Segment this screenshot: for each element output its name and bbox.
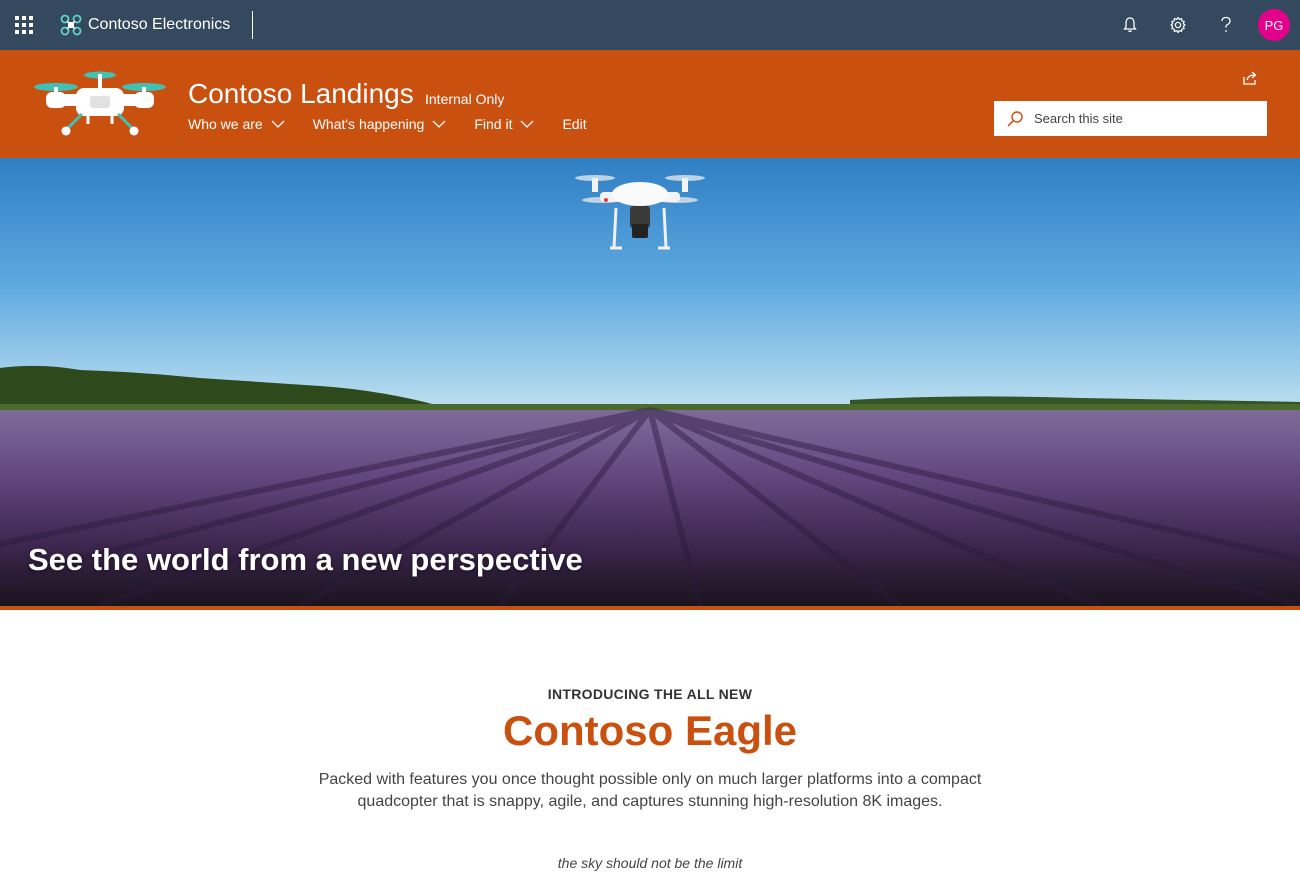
site-header: Contoso Landings Internal Only Who we ar… [0, 50, 1300, 158]
site-title[interactable]: Contoso Landings [188, 78, 414, 110]
nav-item-find-it[interactable]: Find it [474, 116, 534, 132]
brand-link[interactable]: Contoso Electronics [48, 11, 254, 39]
site-navigation: Who we are What's happening Find it Edit [188, 116, 615, 132]
settings-button[interactable] [1154, 0, 1202, 50]
site-classification-badge: Internal Only [425, 91, 505, 107]
chevron-down-icon [271, 120, 285, 128]
drone-logo-icon [60, 14, 82, 36]
help-button[interactable] [1202, 0, 1250, 50]
search-input[interactable] [1034, 111, 1254, 126]
nav-item-label: What's happening [312, 116, 425, 132]
nav-item-label: Find it [474, 116, 513, 132]
nav-item-label: Edit [562, 116, 587, 132]
share-icon [1243, 71, 1257, 85]
help-icon [1221, 16, 1231, 32]
hero-image [0, 158, 1300, 606]
bell-icon [1123, 17, 1137, 33]
app-launcher-button[interactable] [0, 0, 48, 50]
intro-eyebrow: INTRODUCING THE ALL NEW [547, 686, 753, 702]
intro-tagline: the sky should not be the limit [557, 855, 743, 871]
suite-bar: Contoso Electronics PG [0, 0, 1300, 50]
hero-divider [0, 606, 1300, 610]
site-logo-drone-icon [34, 71, 166, 136]
nav-item-edit[interactable]: Edit [562, 116, 586, 132]
intro-title: Contoso Eagle [502, 707, 798, 754]
hero-banner[interactable]: See the world from a new perspective [0, 158, 1300, 606]
hero-caption[interactable]: See the world from a new perspective [28, 542, 583, 578]
app-launcher-icon [15, 16, 33, 34]
site-search-box[interactable] [994, 101, 1267, 136]
chevron-down-icon [521, 120, 534, 128]
intro-body: Packed with features you once thought po… [318, 771, 982, 810]
search-icon [1007, 110, 1023, 127]
chevron-down-icon [432, 120, 446, 128]
nav-item-who-we-are[interactable]: Who we are [188, 116, 285, 132]
nav-item-label: Who we are [188, 116, 263, 132]
nav-item-what-s-happening[interactable]: What's happening [313, 116, 447, 132]
notifications-button[interactable] [1106, 0, 1154, 50]
gear-icon [1170, 16, 1186, 34]
avatar[interactable]: PG [1258, 9, 1290, 41]
share-button[interactable] [1242, 70, 1258, 91]
brand-name: Contoso Electronics [88, 16, 231, 33]
intro-section: INTRODUCING THE ALL NEW Contoso Eagle Pa… [0, 686, 1300, 871]
